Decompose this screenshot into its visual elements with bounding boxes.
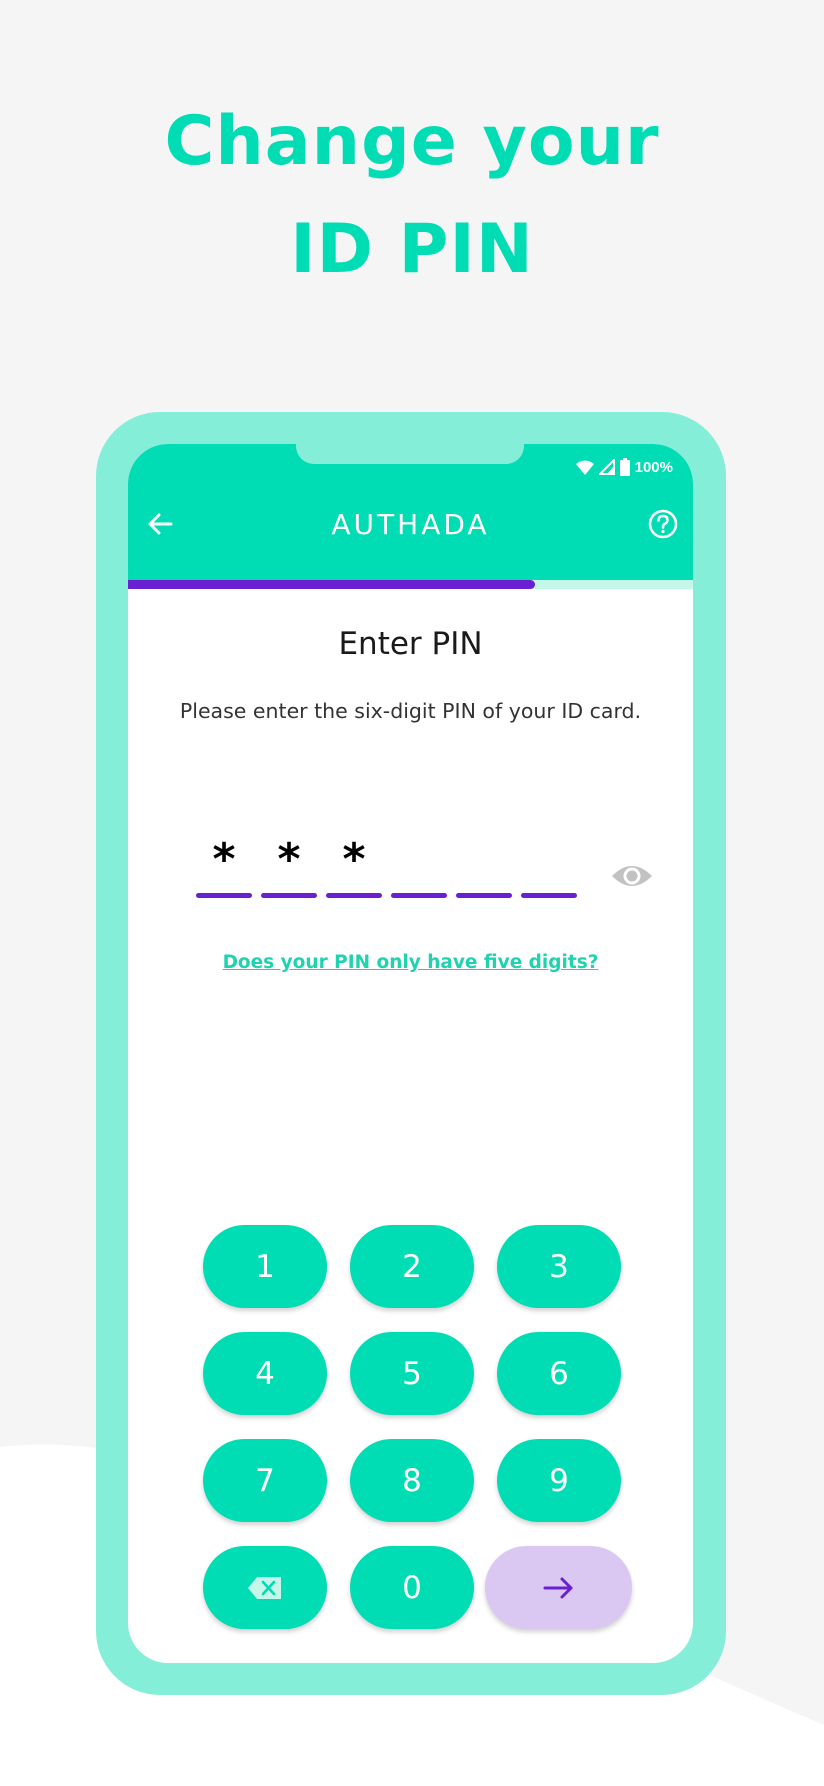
keypad-key-9[interactable]: 9 <box>497 1439 621 1522</box>
keypad-key-7[interactable]: 7 <box>203 1439 327 1522</box>
keypad: 123 456 7890 <box>128 444 693 1663</box>
phone-frame: 100% AUTHADA Enter PIN Please enter the … <box>96 412 726 1695</box>
keypad-key-1[interactable]: 1 <box>203 1225 327 1308</box>
headline-line-2: ID PIN <box>290 210 534 289</box>
keypad-key-0[interactable]: 0 <box>350 1546 474 1629</box>
keypad-key-8[interactable]: 8 <box>350 1439 474 1522</box>
keypad-key-6[interactable]: 6 <box>497 1332 621 1415</box>
arrow-right-icon <box>543 1576 575 1600</box>
keypad-key-2[interactable]: 2 <box>350 1225 474 1308</box>
next-button[interactable] <box>485 1546 632 1629</box>
keypad-key-5[interactable]: 5 <box>350 1332 474 1415</box>
keypad-key-3[interactable]: 3 <box>497 1225 621 1308</box>
phone-screen: 100% AUTHADA Enter PIN Please enter the … <box>128 444 693 1663</box>
headline: Change your ID PIN <box>0 88 824 304</box>
headline-line-1: Change your <box>164 102 660 181</box>
keypad-key-4[interactable]: 4 <box>203 1332 327 1415</box>
backspace-icon <box>247 1576 283 1600</box>
backspace-button[interactable] <box>203 1546 327 1629</box>
